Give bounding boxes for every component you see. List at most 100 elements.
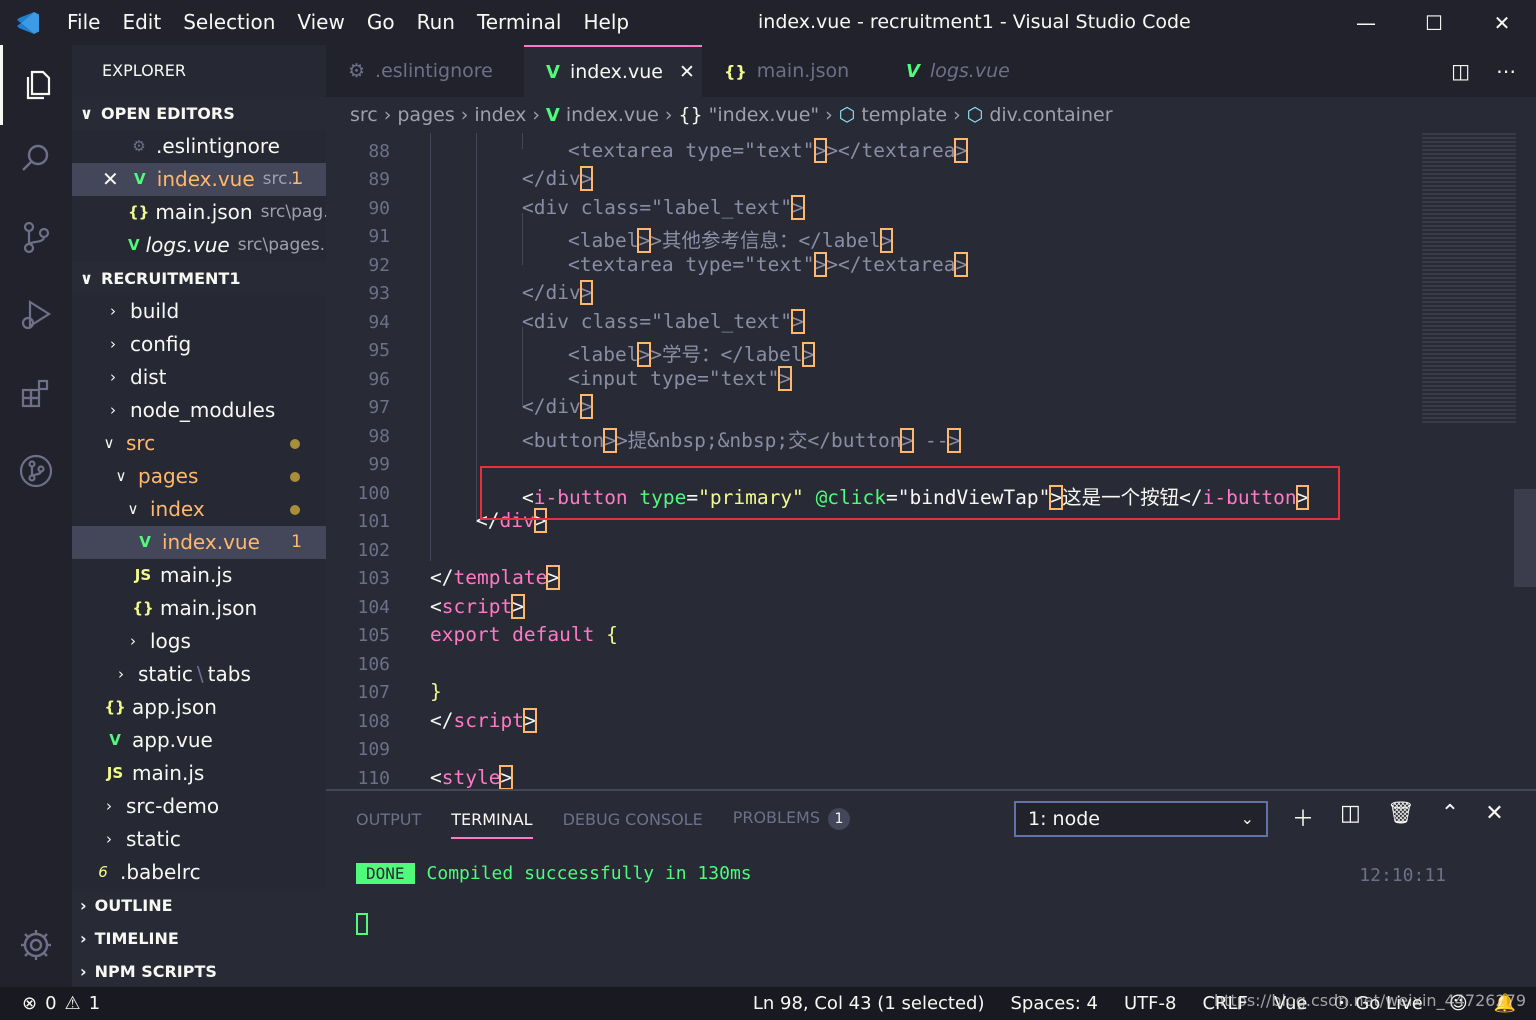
terminal-time: 12:10:11 [1359,865,1446,886]
tab-logs-vue[interactable]: Vlogs.vue [884,45,1054,97]
crumb-index[interactable]: index [474,104,526,126]
terminal-output: DONE Compiled successfully in 130ms [356,863,752,884]
menu-run[interactable]: Run [406,0,466,45]
open-editor-index-vue[interactable]: ✕ Vindex.vue src... 1 [72,163,326,196]
code-line-104: <script> [430,594,525,619]
code-line-90: <div class="label_text"> [522,195,805,220]
code-line-108: </script> [430,708,537,733]
menu-edit[interactable]: Edit [111,0,172,45]
encoding[interactable]: UTF-8 [1124,993,1176,1014]
open-editor-main-json[interactable]: {}main.jsonsrc\pag... [72,196,326,229]
open-editor-eslintignore[interactable]: ⚙ .eslintignore [72,130,326,163]
split-terminal-icon[interactable]: ◫ [1340,801,1361,833]
folder-config[interactable]: › config [72,328,326,361]
code-editor[interactable]: 88 89 90 91 92 93 94 95 96 97 98 99 100 101 102 103 104 1… [326,133,1536,789]
search-icon[interactable] [0,119,72,199]
file-main-js[interactable]: JS main.js [72,559,326,592]
tab-eslintignore[interactable]: ⚙ .eslintignore [326,45,524,97]
run-debug-icon[interactable] [0,275,72,355]
crumb-module[interactable]: "index.vue" [709,104,819,126]
outline-header[interactable]: › OUTLINE [72,889,326,922]
file-main-js-root[interactable]: JS main.js [72,757,326,790]
line-number: 107 [357,682,390,703]
folder-dist[interactable]: › dist [72,361,326,394]
folder-logs[interactable]: › logs [72,625,326,658]
indentation[interactable]: Spaces: 4 [1011,993,1098,1014]
crumb-div-container[interactable]: div.container [989,104,1112,126]
menu-go[interactable]: Go [356,0,406,45]
line-number: 102 [357,540,390,561]
code-line-91: <label>>其他参考信息：</label> [568,228,894,253]
folder-index[interactable]: ∨ index [72,493,326,526]
crumb-pages[interactable]: pages [397,104,454,126]
folder-static-tabs[interactable]: › static \ tabs [72,658,326,691]
chevron-right-icon: › [80,896,87,915]
menu-help[interactable]: Help [572,0,640,45]
file-babelrc[interactable]: 6 .babelrc [72,856,326,889]
vue-file-icon: V [906,60,920,82]
compile-message: Compiled successfully in 130ms [426,863,752,884]
code-line-97: </div> [522,394,594,419]
split-editor-icon[interactable]: ◫ [1451,59,1470,83]
extensions-icon[interactable] [0,353,72,433]
gear-file-icon: ⚙ [132,137,146,155]
file-app-json[interactable]: {} app.json [72,691,326,724]
minimize-button[interactable]: — [1332,0,1400,45]
crumb-template[interactable]: template [861,104,947,126]
line-number: 99 [368,454,390,475]
close-icon[interactable]: ✕ [102,163,119,196]
menu-file[interactable]: File [56,0,111,45]
npm-scripts-header[interactable]: › NPM SCRIPTS [72,955,326,988]
more-actions-icon[interactable]: ⋯ [1496,59,1516,83]
maximize-panel-icon[interactable]: ⌃ [1441,801,1459,833]
cursor-position[interactable]: Ln 98, Col 43 (1 selected) [753,993,985,1014]
open-editors-header[interactable]: ∨ OPEN EDITORS [72,97,326,130]
crumb-src[interactable]: src [350,104,378,126]
tab-main-json[interactable]: {} main.json [702,45,884,97]
file-main-json[interactable]: {} main.json [72,592,326,625]
folder-src[interactable]: ∨ src [72,427,326,460]
panel-tab-problems[interactable]: PROBLEMS 1 [733,808,851,830]
menu-view[interactable]: View [286,0,355,45]
line-number: 91 [368,226,390,247]
terminal-cursor[interactable] [356,913,368,935]
folder-src-demo[interactable]: › src-demo [72,790,326,823]
crumb-index-vue[interactable]: index.vue [566,104,659,126]
line-number: 106 [357,654,390,675]
folder-build[interactable]: › build [72,295,326,328]
source-control-icon[interactable] [0,197,72,277]
settings-gear-icon[interactable] [0,905,72,985]
trash-icon[interactable]: 🗑 [1387,801,1415,833]
terminal-select[interactable]: 1: node ⌄ [1014,801,1268,837]
folder-static[interactable]: › static [72,823,326,856]
panel-tab-terminal[interactable]: TERMINAL [451,800,533,839]
file-index-vue[interactable]: Vindex.vue 1 [72,526,326,559]
breadcrumb: src › pages › index › Vindex.vue › {} "index.… [326,97,1536,133]
menu-selection[interactable]: Selection [172,0,286,45]
menu-terminal[interactable]: Terminal [466,0,573,45]
panel-tab-debug-console[interactable]: DEBUG CONSOLE [563,810,703,829]
modified-dot-icon [290,505,300,515]
folder-pages[interactable]: ∨ pages [72,460,326,493]
close-panel-icon[interactable]: ✕ [1485,801,1503,833]
open-editor-logs-vue[interactable]: Vlogs.vue src\pages... [72,229,326,262]
project-header[interactable]: ∨ RECRUITMENT1 [72,262,326,295]
tab-index-vue[interactable]: Vindex.vue ✕ [524,45,702,97]
panel-tab-output[interactable]: OUTPUT [356,810,421,829]
editor-scrollbar[interactable] [1514,489,1536,587]
timeline-header[interactable]: › TIMELINE [72,922,326,955]
explorer-sidebar: EXPLORER ∨ OPEN EDITORS ⚙ .eslintignore ✕ V… [72,45,326,988]
file-app-vue[interactable]: Vapp.vue [72,724,326,757]
folder-node-modules[interactable]: › node_modules [72,394,326,427]
minimap[interactable] [1422,133,1516,423]
maximize-button[interactable]: ☐ [1400,0,1468,45]
chevron-down-icon: ∨ [115,467,127,485]
git-graph-icon[interactable] [0,431,72,511]
new-terminal-icon[interactable]: ＋ [1292,801,1314,833]
problems-status[interactable]: ⊗ 0 ⚠ 1 [0,993,100,1014]
explorer-icon[interactable] [0,45,72,125]
code-line-105: export default { [430,623,618,646]
close-window-button[interactable]: ✕ [1468,0,1536,45]
modified-dot-icon [290,439,300,449]
close-icon[interactable]: ✕ [679,61,695,83]
